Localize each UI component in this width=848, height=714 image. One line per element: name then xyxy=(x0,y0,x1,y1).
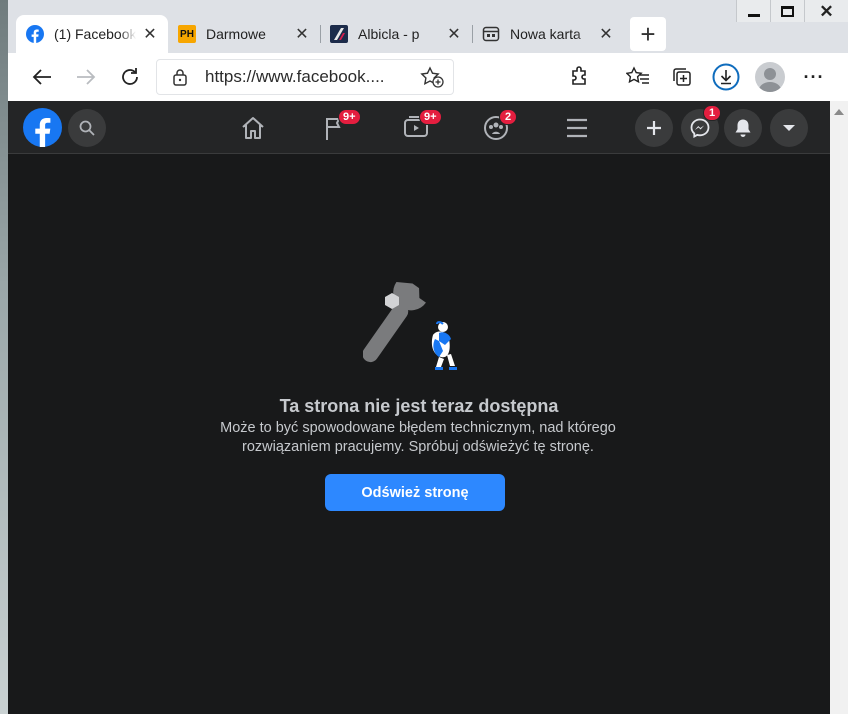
home-icon xyxy=(242,117,264,139)
albicla-icon xyxy=(330,25,348,43)
tab-close-button[interactable]: ✕ xyxy=(446,24,462,44)
back-button[interactable] xyxy=(20,59,64,95)
watch-badge: 9+ xyxy=(419,109,442,125)
tab-label: Nowa karta xyxy=(510,26,581,42)
messenger-icon xyxy=(690,118,710,138)
favorites-button[interactable] xyxy=(616,59,660,95)
plus-icon xyxy=(647,121,661,135)
forward-icon xyxy=(77,69,96,85)
nav-groups[interactable]: 2 xyxy=(479,109,517,145)
refresh-button[interactable] xyxy=(108,59,152,95)
favorites-icon xyxy=(626,66,649,84)
tab-close-button[interactable]: ✕ xyxy=(598,24,614,44)
forward-button[interactable] xyxy=(64,59,108,95)
address-bar[interactable]: https://www.facebook.... xyxy=(156,59,454,95)
tab-strip: (1) Facebook ✕ PH Darmowe ✕ Albicla - p … xyxy=(16,15,666,53)
nav-home[interactable] xyxy=(236,111,270,145)
maximize-button[interactable] xyxy=(770,0,804,22)
messenger-button[interactable]: 1 xyxy=(681,105,721,147)
account-menu-button[interactable] xyxy=(770,109,808,147)
tab-close-button[interactable]: ✕ xyxy=(294,24,310,44)
facebook-icon xyxy=(26,25,44,43)
close-window-button[interactable]: ✕ xyxy=(804,0,848,22)
add-favorite-icon[interactable] xyxy=(419,66,445,88)
tab-label: (1) Facebook xyxy=(54,26,136,42)
toolbar-right: ··· xyxy=(558,59,848,95)
tab-close-button[interactable]: ✕ xyxy=(142,24,158,44)
create-button[interactable] xyxy=(635,109,673,147)
page-scrollbar[interactable] xyxy=(830,101,848,714)
error-description: Może to być spowodowane błędem techniczn… xyxy=(220,420,616,455)
facebook-nav-bar: 9+ 9+ 2 1 xyxy=(8,101,830,154)
browser-toolbar: https://www.facebook.... ··· xyxy=(8,53,848,101)
window-controls: ✕ xyxy=(736,0,848,22)
title-bar: ✕ (1) Facebook ✕ PH Darmowe ✕ Albicla - … xyxy=(8,0,848,55)
lock-icon[interactable] xyxy=(165,68,195,86)
extensions-button[interactable] xyxy=(558,59,602,95)
ph-icon: PH xyxy=(178,25,196,43)
downloads-icon xyxy=(712,63,740,91)
minimize-button[interactable] xyxy=(736,0,770,22)
tab-label: Darmowe xyxy=(206,26,266,42)
nav-menu[interactable] xyxy=(560,111,594,145)
error-title: Ta strona nie jest teraz dostępna xyxy=(279,396,559,416)
wrench-illustration-icon xyxy=(363,281,457,370)
bell-icon xyxy=(735,119,751,137)
downloads-button[interactable] xyxy=(704,59,748,95)
refresh-page-button[interactable]: Odśwież stronę xyxy=(325,474,505,511)
new-tab-page-icon xyxy=(482,25,500,43)
profile-button[interactable] xyxy=(748,59,792,95)
url-text[interactable]: https://www.facebook.... xyxy=(205,67,419,87)
more-icon[interactable]: ··· xyxy=(792,59,836,95)
chevron-down-icon xyxy=(783,125,795,131)
tab-albicla[interactable]: Albicla - p ✕ xyxy=(320,15,472,53)
minimize-icon xyxy=(747,13,760,17)
scroll-up-arrow-icon[interactable] xyxy=(834,109,844,115)
groups-badge: 2 xyxy=(499,109,517,125)
tab-nowa-karta[interactable]: Nowa karta ✕ xyxy=(472,15,624,53)
profile-icon xyxy=(755,62,785,92)
page-viewport: 9+ 9+ 2 1 Ta strona nie jest teraz dostę… xyxy=(8,101,848,714)
notifications-button[interactable] xyxy=(724,109,762,147)
extensions-icon xyxy=(572,66,586,85)
browser-window: ✕ (1) Facebook ✕ PH Darmowe ✕ Albicla - … xyxy=(8,0,848,714)
nav-watch[interactable]: 9+ xyxy=(399,109,442,145)
collections-icon xyxy=(673,68,691,86)
search-icon xyxy=(79,120,95,136)
facebook-search-button[interactable] xyxy=(68,109,106,147)
nav-pages[interactable]: 9+ xyxy=(318,109,361,145)
new-tab-button[interactable]: + xyxy=(630,17,666,51)
close-icon: ✕ xyxy=(819,1,834,21)
facebook-logo-icon[interactable] xyxy=(23,108,62,147)
tab-darmowe[interactable]: PH Darmowe ✕ xyxy=(168,15,320,53)
tab-facebook[interactable]: (1) Facebook ✕ xyxy=(16,15,168,53)
back-icon xyxy=(32,69,51,85)
messenger-badge: 1 xyxy=(703,105,721,121)
maximize-icon xyxy=(781,5,794,17)
refresh-icon xyxy=(122,68,138,85)
collections-button[interactable] xyxy=(660,59,704,95)
tab-label: Albicla - p xyxy=(358,26,420,42)
hamburger-menu-icon xyxy=(567,118,587,138)
pages-badge: 9+ xyxy=(338,109,361,125)
